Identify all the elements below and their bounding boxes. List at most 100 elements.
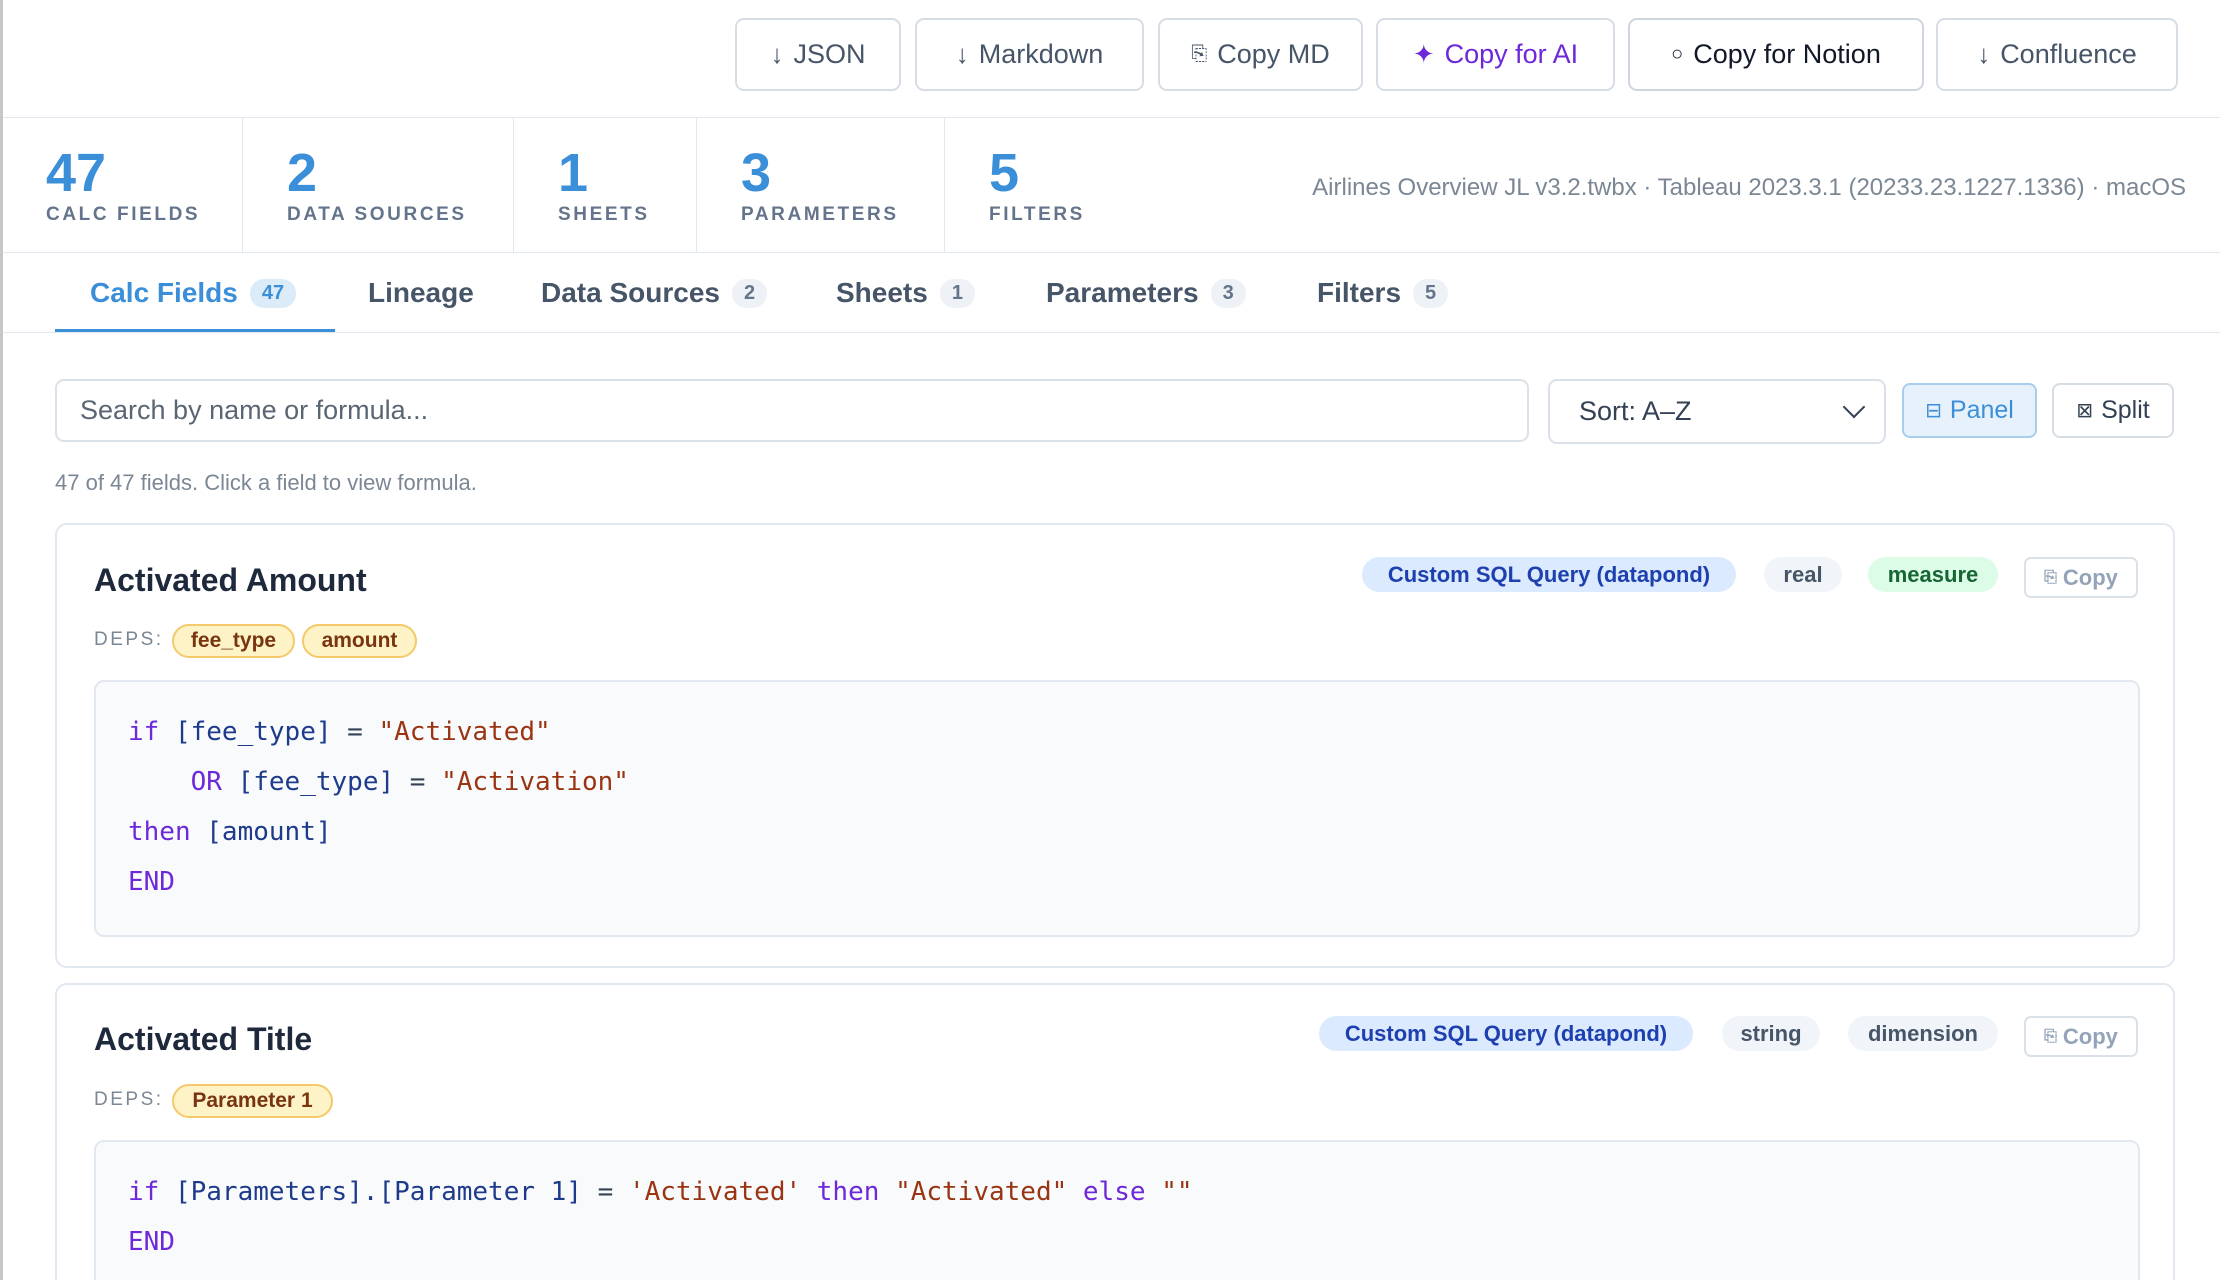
stat-parameters: 3 PARAMETERS [697, 118, 945, 253]
role-badge: measure [1868, 557, 1998, 592]
stats-bar: 47 CALC FIELDS 2 DATA SOURCES 1 SHEETS 3… [3, 118, 2220, 253]
panel-view-label: Panel [1949, 396, 2014, 424]
panel-icon: ⊟ [1925, 400, 1942, 422]
search-input[interactable]: Search by name or formula... [55, 379, 1529, 442]
code-token: if [128, 717, 160, 747]
copy-formula-button[interactable]: ⎘ Copy [2024, 557, 2138, 598]
tab-label: Lineage [368, 277, 474, 308]
stat-label: DATA SOURCES [287, 204, 467, 225]
dependency-chip[interactable]: fee_type [172, 624, 295, 658]
active-tab-indicator [55, 329, 335, 332]
download-confluence-label: Confluence [2000, 39, 2137, 69]
sort-value: Sort: A–Z [1579, 396, 1692, 426]
field-title: Activated Amount [94, 562, 367, 598]
field-card[interactable]: Activated Title Custom SQL Query (datapo… [55, 983, 2175, 1280]
code-token: [Parameters].[Parameter 1] [174, 1177, 582, 1207]
tab-sheets[interactable]: Sheets 1 [836, 253, 975, 333]
deps-label: DEPS: [94, 1089, 164, 1110]
stat-sheets: 1 SHEETS [514, 118, 697, 253]
sort-select[interactable]: Sort: A–Z [1548, 379, 1886, 444]
tab-label: Filters [1317, 277, 1402, 308]
stat-value: 47 [46, 143, 107, 203]
tab-count: 3 [1210, 278, 1246, 308]
app-page: ↓ JSON ↓ Markdown ⎘ Copy MD ✦ Copy for A… [3, 0, 2220, 1280]
copy-formula-button[interactable]: ⎘ Copy [2024, 1016, 2138, 1057]
copy-icon: ⎘ [2044, 568, 2057, 586]
code-token: = [394, 767, 442, 797]
copy-for-notion-button[interactable]: ○ Copy for Notion [1628, 18, 1924, 91]
code-token: "Activation" [441, 767, 629, 797]
download-markdown-label: Markdown [978, 39, 1104, 69]
download-icon: ↓ [1977, 39, 1991, 69]
tab-count: 5 [1413, 278, 1449, 308]
dependency-chip[interactable]: Parameter 1 [172, 1084, 333, 1118]
formula-block: if [fee_type] = "Activated" OR [fee_type… [94, 680, 2140, 937]
dependency-chip[interactable]: amount [302, 624, 417, 658]
copy-for-ai-button[interactable]: ✦ Copy for AI [1376, 18, 1615, 91]
copy-icon: ⎘ [1191, 43, 1208, 65]
notion-icon: ○ [1671, 43, 1684, 65]
field-card[interactable]: Activated Amount Custom SQL Query (datap… [55, 523, 2175, 968]
copy-md-label: Copy MD [1217, 39, 1330, 69]
export-toolbar: ↓ JSON ↓ Markdown ⎘ Copy MD ✦ Copy for A… [3, 0, 2220, 118]
copy-label: Copy [2062, 1023, 2118, 1049]
sparkle-icon: ✦ [1412, 39, 1435, 69]
tab-filters[interactable]: Filters 5 [1317, 253, 1449, 333]
download-icon: ↓ [770, 39, 784, 69]
source-badge: Custom SQL Query (datapond) [1362, 557, 1736, 592]
code-token: "" [1161, 1177, 1193, 1207]
stat-label: PARAMETERS [741, 204, 899, 225]
tab-count: 47 [249, 278, 297, 308]
stat-value: 5 [989, 143, 1020, 203]
stat-filters: 5 FILTERS [945, 118, 1165, 253]
tab-calc-fields[interactable]: Calc Fields 47 [90, 253, 297, 333]
copy-md-button[interactable]: ⎘ Copy MD [1158, 18, 1363, 91]
copy-icon: ⎘ [2044, 1027, 2057, 1045]
stat-label: SHEETS [558, 204, 650, 225]
code-token: = [331, 717, 379, 747]
field-count-hint: 47 of 47 fields. Click a field to view f… [55, 470, 477, 495]
stat-value: 1 [558, 143, 589, 203]
field-title: Activated Title [94, 1021, 313, 1057]
code-token: else [1082, 1177, 1146, 1207]
code-token: then [816, 1177, 880, 1207]
source-badge: Custom SQL Query (datapond) [1319, 1016, 1693, 1051]
workbook-meta: Airlines Overview JL v3.2.twbx · Tableau… [1312, 174, 2186, 201]
tab-label: Calc Fields [90, 277, 238, 308]
tab-data-sources[interactable]: Data Sources 2 [541, 253, 768, 333]
copy-for-notion-label: Copy for Notion [1693, 39, 1881, 69]
tab-label: Sheets [836, 277, 928, 308]
deps-label: DEPS: [94, 629, 164, 650]
tab-parameters[interactable]: Parameters 3 [1046, 253, 1246, 333]
tab-label: Data Sources [541, 277, 720, 308]
copy-for-ai-label: Copy for AI [1444, 39, 1579, 69]
tab-label: Parameters [1046, 277, 1199, 308]
split-icon: ⊠ [2076, 400, 2094, 422]
stat-value: 3 [741, 143, 772, 203]
split-view-label: Split [2101, 396, 2150, 424]
panel-view-button[interactable]: ⊟ Panel [1902, 383, 2037, 438]
formula-code: if [fee_type] = "Activated" OR [fee_type… [128, 707, 629, 907]
stat-calc-fields: 47 CALC FIELDS [3, 118, 243, 253]
download-icon: ↓ [955, 39, 969, 69]
stat-label: CALC FIELDS [46, 204, 201, 225]
split-view-button[interactable]: ⊠ Split [2052, 383, 2174, 438]
download-confluence-button[interactable]: ↓ Confluence [1936, 18, 2178, 91]
formula-block: if [Parameters].[Parameter 1] = 'Activat… [94, 1140, 2140, 1280]
stat-value: 2 [287, 143, 318, 203]
code-token: "Activated" [895, 1177, 1068, 1207]
tab-count: 2 [731, 278, 768, 308]
tab-lineage[interactable]: Lineage [368, 253, 474, 333]
datatype-badge: real [1764, 557, 1842, 592]
download-markdown-button[interactable]: ↓ Markdown [915, 18, 1144, 91]
code-token: "Activated" [378, 717, 551, 747]
download-json-button[interactable]: ↓ JSON [735, 18, 901, 91]
